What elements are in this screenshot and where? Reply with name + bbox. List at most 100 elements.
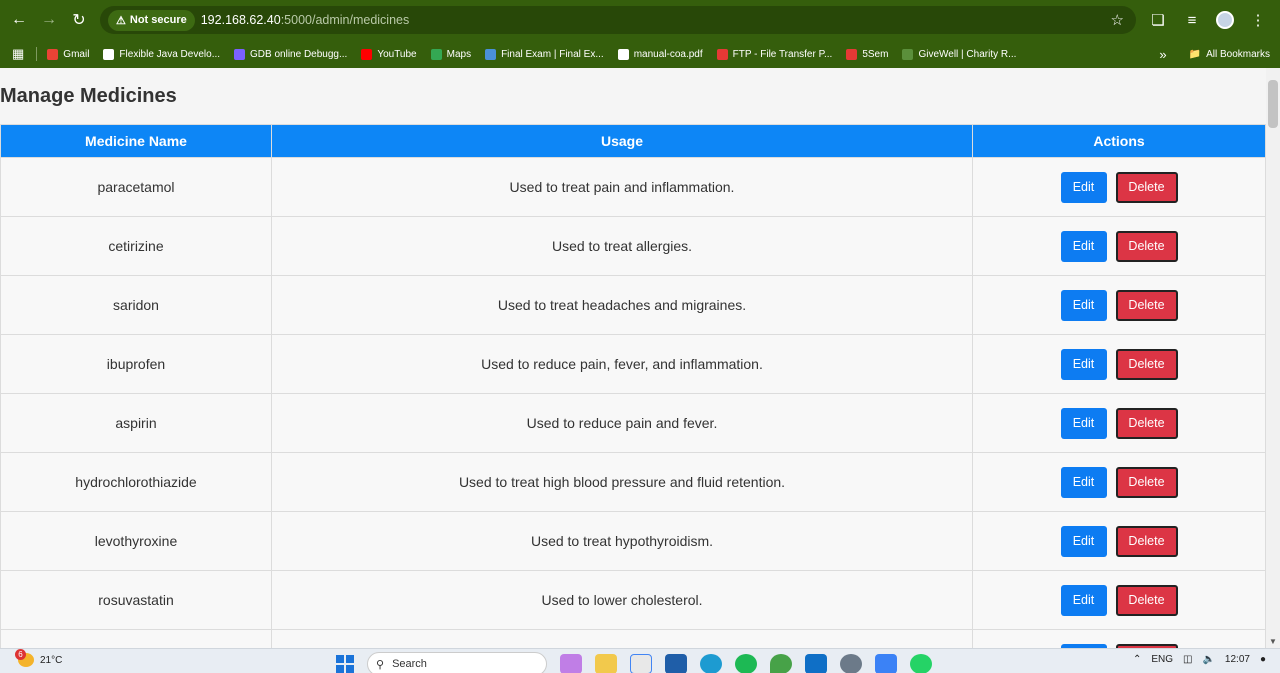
table-row: ibuprofen Used to reduce pain, fever, and… [0,334,1266,394]
bookmark-label: 5Sem [862,48,889,60]
delete-button[interactable]: Delete [1115,407,1178,439]
scrollbar-thumb[interactable] [1268,80,1278,128]
edit-button[interactable]: Edit [1060,230,1107,262]
url-host: 192.168.62.40 [200,13,281,27]
apps-grid-icon[interactable]: ▦ [12,46,24,62]
medicines-table: Medicine Name Usage Actions paracetamol U… [0,124,1266,648]
chrome-icon[interactable] [630,654,652,673]
usage-cell: Used to reduce pain and fever. [271,393,973,453]
profile-avatar[interactable] [1216,11,1234,29]
mongodb-icon[interactable] [770,654,792,673]
delete-button[interactable]: Delete [1115,466,1178,498]
copilot-icon[interactable] [560,654,582,673]
forward-arrow-icon[interactable]: → [34,5,64,35]
bookmark-item[interactable]: Maps [430,48,471,60]
scroll-down-arrow-icon[interactable]: ▼ [1269,637,1277,646]
medicine-name-cell: saridon [0,275,272,335]
back-arrow-icon[interactable]: ← [4,5,34,35]
tray-chevron-icon[interactable]: ⌃ [1133,654,1141,665]
bookmark-item[interactable]: manual-coa.pdf [617,48,703,60]
store-icon[interactable] [665,654,687,673]
windows-taskbar: 6 21°C ⚲ Search ⌃ ENG ◫ 🔈 12:07 ● [0,648,1280,673]
bookmark-label: Gmail [63,48,90,60]
bookmark-item[interactable]: Gmail [47,48,90,60]
clock-time[interactable]: 12:07 [1225,654,1250,665]
edit-button[interactable]: Edit [1060,584,1107,616]
usage-cell: Used to lower cholesterol. [271,570,973,630]
edit-button[interactable]: Edit [1060,407,1107,439]
bookmark-item[interactable]: GDB online Debugg... [234,48,347,60]
edit-button[interactable]: Edit [1060,348,1107,380]
medicine-name-cell: aspirin [0,393,272,453]
edge-icon[interactable] [700,654,722,673]
extensions-icon[interactable]: ❏ [1148,11,1168,29]
bookmark-item[interactable]: 5Sem [846,48,889,60]
medicine-name-cell: paracetamol [0,157,272,217]
delete-button[interactable]: Delete [1115,230,1178,262]
medicine-name-cell: hydrochlorothiazide [0,452,272,512]
file-explorer-icon[interactable] [595,654,617,673]
bookmark-label: manual-coa.pdf [633,48,703,60]
bookmark-favicon-icon [234,48,246,60]
table-row: EditDelete [0,629,1266,648]
edit-button[interactable]: Edit [1060,171,1107,203]
table-row: hydrochlorothiazide Used to treat high bl… [0,452,1266,512]
taskbar-search[interactable]: ⚲ Search [367,652,547,673]
edit-button[interactable]: Edit [1060,289,1107,321]
bookmark-item[interactable]: Flexible Java Develo... [103,48,221,60]
table-row: levothyroxine Used to treat hypothyroidis… [0,511,1266,571]
vscode-icon[interactable] [805,654,827,673]
table-row: paracetamol Used to treat pain and inflam… [0,157,1266,217]
bookmark-item[interactable]: GiveWell | Charity R... [902,48,1017,60]
usage-cell: Used to treat pain and inflammation. [271,157,973,217]
usage-cell: Used to treat allergies. [271,216,973,276]
bookmark-item[interactable]: FTP - File Transfer P... [716,48,833,60]
url-text[interactable]: 192.168.62.40:5000/admin/medicines [201,13,410,27]
bookmark-favicon-icon [485,48,497,60]
notification-bell-icon[interactable]: ● [1260,654,1266,665]
delete-button[interactable]: Delete [1115,348,1178,380]
more-bookmarks-chevron-icon[interactable]: » [1159,47,1166,62]
windows-start-icon[interactable] [336,655,354,673]
page-content: Manage Medicines Medicine Name Usage Act… [0,68,1266,648]
bookmark-label: FTP - File Transfer P... [732,48,833,60]
page-scrollbar[interactable]: ▼ [1266,68,1280,648]
bookmark-label: Flexible Java Develo... [119,48,221,60]
security-indicator[interactable]: ⚠ Not secure [108,9,195,31]
delete-button[interactable]: Delete [1115,289,1178,321]
spotify-icon[interactable] [735,654,757,673]
bookmark-star-icon[interactable]: ☆ [1111,11,1124,29]
bookmark-label: YouTube [377,48,417,60]
bookmark-favicon-icon [716,48,728,60]
edit-button[interactable]: Edit [1060,466,1107,498]
weather-badge: 6 [15,649,26,660]
bookmark-label: GiveWell | Charity R... [918,48,1017,60]
volume-icon[interactable]: 🔈 [1202,654,1214,665]
wifi-icon[interactable]: ◫ [1183,654,1192,665]
edit-button[interactable]: Edit [1060,525,1107,557]
bookmark-favicon-icon [902,48,914,60]
all-bookmarks[interactable]: 📁 All Bookmarks [1189,49,1270,60]
delete-button[interactable]: Delete [1115,171,1178,203]
page-title: Manage Medicines [0,85,177,107]
column-header-actions: Actions [972,124,1266,158]
usage-cell [271,629,973,648]
actions-cell: EditDelete [972,334,1266,394]
media-controls-icon[interactable]: ≡ [1182,12,1202,29]
language-indicator[interactable]: ENG [1151,654,1173,665]
bookmark-item[interactable]: YouTube [361,48,417,60]
actions-cell: EditDelete [972,157,1266,217]
delete-button[interactable]: Delete [1115,525,1178,557]
reload-icon[interactable]: ↻ [64,5,94,35]
menu-kebab-icon[interactable]: ⋮ [1248,11,1268,29]
whatsapp-icon[interactable] [910,654,932,673]
address-bar[interactable]: ⚠ Not secure 192.168.62.40:5000/admin/me… [100,6,1136,34]
delete-button[interactable]: Delete [1115,584,1178,616]
bookmark-item[interactable]: Final Exam | Final Ex... [485,48,604,60]
settings-gear-icon[interactable] [840,654,862,673]
medicine-name-cell [0,629,272,648]
notepad-icon[interactable] [875,654,897,673]
weather-widget[interactable]: 6 21°C [15,649,62,667]
bookmark-favicon-icon [846,48,858,60]
medicine-name-cell: ibuprofen [0,334,272,394]
